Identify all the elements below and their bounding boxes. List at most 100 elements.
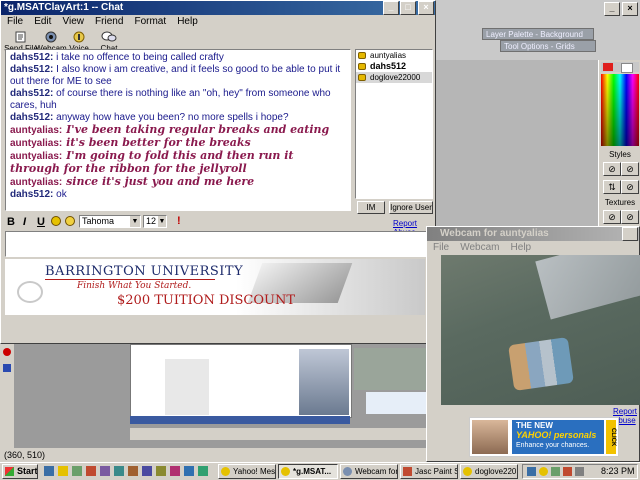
ad-offer: $200 TUITION DISCOUNT bbox=[117, 293, 296, 308]
quicklaunch-app-icon[interactable] bbox=[100, 466, 110, 476]
quicklaunch-app-icon[interactable] bbox=[156, 466, 166, 476]
webcam-menu-help[interactable]: Help bbox=[511, 242, 532, 253]
background-windows-area bbox=[0, 344, 428, 462]
texture-swatch-2[interactable]: ⊘ bbox=[621, 210, 639, 224]
style-swatch-2[interactable]: ⊘ bbox=[621, 162, 639, 176]
quicklaunch-app-icon[interactable] bbox=[142, 466, 152, 476]
alert-icon[interactable]: ! bbox=[177, 215, 181, 227]
smiley-icon bbox=[281, 467, 290, 476]
webcam-menubar: File Webcam Help bbox=[427, 241, 639, 254]
texture-swatch-1[interactable]: ⊘ bbox=[603, 210, 621, 224]
ignore-user-button[interactable]: Ignore User bbox=[389, 201, 433, 214]
message-compose-input[interactable] bbox=[5, 231, 433, 257]
background-swatch[interactable] bbox=[621, 63, 633, 73]
paint-minimize-button[interactable]: _ bbox=[604, 2, 620, 16]
ad-university-name: BARRINGTON UNIVERSITY bbox=[45, 264, 244, 279]
webcam-divider bbox=[427, 409, 639, 413]
room-members-list[interactable]: auntyalias dahs512 doglove22000 bbox=[355, 49, 433, 199]
quicklaunch-app-icon[interactable] bbox=[184, 466, 194, 476]
university-banner-ad[interactable]: BARRINGTON UNIVERSITY Finish What You St… bbox=[5, 259, 425, 315]
emoticon-icon[interactable] bbox=[51, 216, 61, 226]
paint-close-button[interactable]: × bbox=[622, 2, 638, 16]
chat-menubar: File Edit View Friend Format Help bbox=[1, 15, 435, 28]
tray-yahoo-icon[interactable] bbox=[539, 467, 548, 476]
ad-line1: THE NEW bbox=[516, 421, 553, 430]
menu-file[interactable]: File bbox=[7, 16, 23, 27]
chevron-down-icon: ▼ bbox=[130, 216, 140, 227]
style-swatch-3[interactable]: ⊘ bbox=[621, 180, 639, 194]
ad-tagline: Finish What You Started. bbox=[77, 281, 192, 291]
menu-edit[interactable]: Edit bbox=[34, 16, 51, 27]
webcam-menu-file[interactable]: File bbox=[433, 242, 449, 253]
task-paint-shop[interactable]: Jasc Paint S... bbox=[400, 464, 458, 479]
styles-label: Styles bbox=[609, 150, 631, 159]
outlook-icon[interactable] bbox=[58, 466, 68, 476]
tray-icon[interactable] bbox=[551, 467, 560, 476]
quicklaunch-app-icon[interactable] bbox=[128, 466, 138, 476]
im-button[interactable]: IM bbox=[357, 201, 385, 214]
member-item[interactable]: dahs512 bbox=[356, 61, 432, 72]
yahoo-personals-ad[interactable]: THE NEW YAHOO! personals Enhance your ch… bbox=[469, 417, 619, 457]
color-palette-panel: Styles ⊘ ⊘ ⇅ ⊘ Textures ⊘ ⊘ bbox=[598, 60, 640, 235]
webcam-close-button[interactable]: × bbox=[622, 227, 638, 241]
quicklaunch-app-icon[interactable] bbox=[86, 466, 96, 476]
blue-tool-icon[interactable] bbox=[3, 364, 11, 372]
member-item[interactable]: auntyalias bbox=[356, 50, 432, 61]
red-tool-icon[interactable] bbox=[3, 348, 11, 356]
menu-help[interactable]: Help bbox=[177, 16, 198, 27]
audible-icon[interactable] bbox=[65, 216, 75, 226]
italic-button[interactable]: I bbox=[23, 216, 26, 228]
swap-arrows-icon[interactable]: ⇅ bbox=[603, 180, 621, 194]
font-size-select[interactable]: 12 ▼ bbox=[143, 215, 167, 228]
volume-icon[interactable] bbox=[575, 467, 584, 476]
tray-icon[interactable] bbox=[527, 467, 536, 476]
clock[interactable]: 8:23 PM bbox=[601, 465, 635, 478]
foreground-swatch[interactable] bbox=[603, 63, 613, 71]
font-name-select[interactable]: Tahoma ▼ bbox=[79, 215, 141, 228]
tray-icon[interactable] bbox=[563, 467, 572, 476]
seal-image bbox=[17, 281, 43, 303]
chat-minimize-button[interactable]: _ bbox=[383, 1, 399, 15]
style-swatch-1[interactable]: ⊘ bbox=[603, 162, 621, 176]
tool-options-titlebar[interactable]: Tool Options - Grids bbox=[500, 40, 596, 52]
menu-friend[interactable]: Friend bbox=[95, 16, 123, 27]
webcam-titlebar[interactable]: Webcam for auntyalias × bbox=[427, 227, 639, 241]
chat-close-button[interactable]: × bbox=[418, 1, 434, 15]
underline-button[interactable]: U bbox=[37, 216, 45, 228]
task-yahoo-messenger[interactable]: Yahoo! Mes... bbox=[218, 464, 276, 479]
layer-palette-titlebar[interactable]: Layer Palette - Background bbox=[482, 28, 594, 40]
send-file-icon bbox=[15, 31, 26, 43]
thumbnail-taskbar bbox=[130, 416, 350, 424]
task-chat-window[interactable]: *g.MSAT... bbox=[278, 464, 338, 479]
start-button[interactable]: Start bbox=[2, 464, 38, 479]
chat-message-log[interactable]: dahs512: i take no offence to being call… bbox=[5, 49, 351, 211]
message-nick: auntyalias: bbox=[10, 151, 63, 162]
ie-icon[interactable] bbox=[44, 466, 54, 476]
message-text: i take no offence to being called crafty bbox=[53, 52, 224, 63]
chat-maximize-button[interactable]: □ bbox=[400, 1, 416, 15]
message-nick: auntyalias: bbox=[10, 138, 63, 149]
message-text: anyway how have you been? no more spells… bbox=[53, 112, 289, 123]
smiley-icon bbox=[463, 467, 472, 476]
member-item[interactable]: doglove22000 bbox=[356, 72, 432, 83]
quicklaunch-app-icon[interactable] bbox=[114, 466, 124, 476]
quicklaunch-app-icon[interactable] bbox=[198, 466, 208, 476]
message-text: since it's just you and me here bbox=[62, 175, 255, 188]
chat-message: dahs512: ok bbox=[10, 189, 346, 201]
bold-button[interactable]: B bbox=[7, 216, 15, 228]
desktop-icon[interactable] bbox=[72, 466, 82, 476]
menu-view[interactable]: View bbox=[62, 16, 84, 27]
color-picker-spectrum[interactable] bbox=[601, 74, 639, 146]
menu-format[interactable]: Format bbox=[134, 16, 166, 27]
smiley-icon bbox=[358, 74, 366, 81]
member-name: auntyalias bbox=[370, 51, 407, 60]
message-nick: dahs512: bbox=[10, 88, 54, 99]
clay-cane-object bbox=[508, 337, 574, 391]
task-doglove[interactable]: doglove220... bbox=[460, 464, 518, 479]
chat-titlebar[interactable]: *g.MSATClayArt:1 -- Chat _ □ × bbox=[1, 1, 435, 15]
task-webcam-window[interactable]: Webcam for... bbox=[340, 464, 398, 479]
task-label: doglove220... bbox=[475, 467, 518, 476]
webcam-menu-webcam[interactable]: Webcam bbox=[460, 242, 499, 253]
quicklaunch-app-icon[interactable] bbox=[170, 466, 180, 476]
paint-canvas-area bbox=[436, 60, 598, 235]
